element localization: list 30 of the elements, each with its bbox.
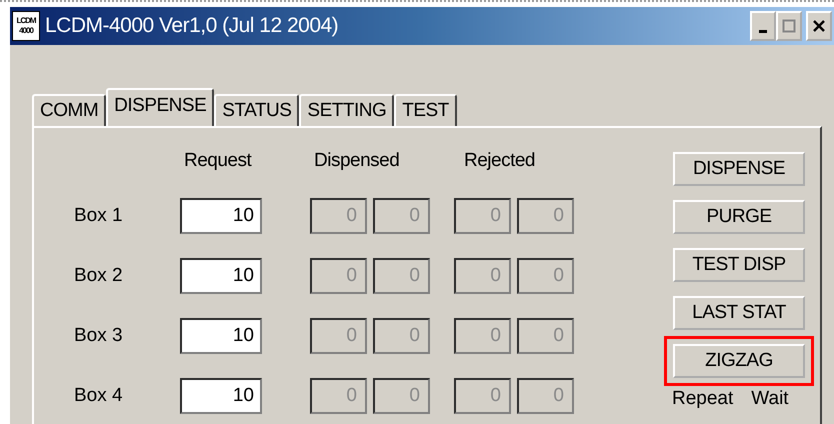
minimize-icon [759,30,767,32]
action-button[interactable]: ZIGZAG [673,344,805,378]
box-label: Box 3 [74,325,124,347]
column-header: Dispensed [314,150,400,173]
action-button[interactable]: LAST STAT [673,296,805,330]
close-icon [812,19,826,33]
request-input[interactable]: 10 [180,258,262,294]
action-button[interactable]: DISPENSE [673,152,805,186]
maximize-icon [782,19,796,33]
field-label: Repeat [672,388,734,410]
tab[interactable]: STATUS [214,94,300,126]
request-input[interactable]: 10 [180,198,262,234]
close-button[interactable] [806,11,832,41]
field-label: Wait [751,388,789,410]
request-input[interactable]: 10 [180,378,262,414]
action-button[interactable]: TEST DISP [673,248,805,282]
column-header: Rejected [464,150,535,173]
action-button[interactable]: PURGE [673,200,805,234]
app-logo-icon: LCDM 4000 [12,11,40,41]
tab[interactable]: DISPENSE [106,88,214,126]
tab[interactable]: COMM [32,94,106,126]
tab[interactable]: TEST [394,94,457,126]
tab[interactable]: SETTING [299,94,394,126]
column-header: Request [183,150,253,173]
request-input[interactable]: 10 [180,318,262,354]
box-label: Box 4 [74,385,124,407]
box-label: Box 2 [74,265,124,287]
box-label: Box 1 [74,205,124,227]
window-title: LCDM-4000 Ver1,0 (Jul 12 2004) [45,14,338,38]
minimize-button[interactable] [750,11,776,41]
